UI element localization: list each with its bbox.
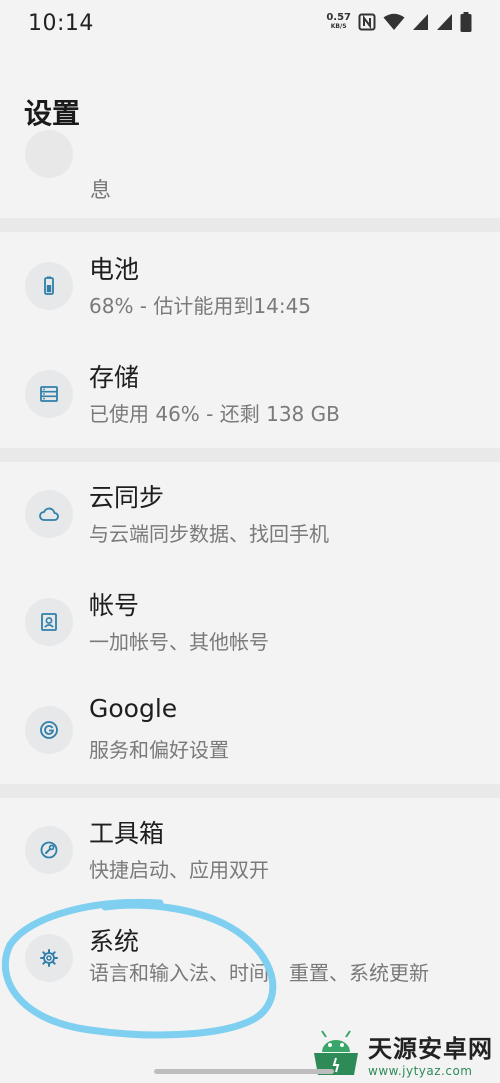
settings-item-account[interactable]: 帐号 一加帐号、其他帐号 (0, 568, 500, 676)
item-subtitle: 服务和偏好设置 (89, 738, 229, 762)
net-speed-value: 0.57 (326, 12, 351, 23)
status-bar: 10:14 0.57 KB/S (0, 0, 500, 50)
wifi-icon (383, 13, 405, 30)
watermark-title: 天源安卓网 (368, 1034, 493, 1063)
settings-item-toolbox[interactable]: 工具箱 快捷启动、应用双开 (0, 796, 500, 904)
item-title: 帐号 (89, 591, 140, 620)
page-title: 设置 (24, 97, 81, 130)
partial-list-item[interactable]: 息 (0, 130, 500, 218)
gear-icon (25, 934, 73, 982)
settings-item-system[interactable]: 系统 语言和输入法、时间、重置、系统更新 (0, 904, 500, 1034)
signal-icon (437, 14, 452, 30)
item-subtitle: 已使用 46% - 还剩 138 GB (89, 402, 340, 426)
settings-item-storage[interactable]: 存储 已使用 46% - 还剩 138 GB (0, 340, 500, 448)
item-subtitle: 与云端同步数据、找回手机 (89, 522, 329, 546)
net-speed-unit: KB/S (330, 23, 347, 30)
battery-icon (460, 12, 472, 32)
partial-item-text: 息 (90, 178, 111, 202)
cloud-icon (25, 490, 73, 538)
net-speed: 0.57 KB/S (326, 13, 351, 31)
item-subtitle: 语言和输入法、时间、重置、系统更新 (89, 961, 429, 985)
google-icon (25, 706, 73, 754)
section-divider (0, 218, 500, 232)
home-indicator[interactable] (154, 1069, 334, 1074)
status-time: 10:14 (28, 11, 94, 36)
item-title: 电池 (89, 255, 140, 284)
account-icon (25, 598, 73, 646)
nfc-icon (358, 13, 376, 31)
watermark-url: www.jytyaz.com (368, 1063, 473, 1078)
partial-item-icon (25, 130, 73, 178)
item-title: Google (89, 694, 178, 723)
status-icons: 0.57 KB/S (326, 12, 472, 32)
item-subtitle: 快捷启动、应用双开 (89, 858, 269, 882)
storage-icon (25, 370, 73, 418)
watermark: 天源安卓网 www.jytyaz.com (308, 1025, 498, 1081)
settings-item-google[interactable]: Google 服务和偏好设置 (0, 676, 500, 784)
item-subtitle: 68% - 估计能用到14:45 (89, 294, 312, 318)
item-title: 工具箱 (89, 819, 165, 848)
signal-icon (413, 14, 428, 30)
item-title: 云同步 (89, 483, 165, 512)
settings-item-cloud-sync[interactable]: 云同步 与云端同步数据、找回手机 (0, 460, 500, 568)
toolbox-icon (25, 826, 73, 874)
item-title: 系统 (89, 927, 140, 956)
settings-item-battery[interactable]: 电池 68% - 估计能用到14:45 (0, 232, 500, 340)
item-title: 存储 (89, 363, 140, 392)
battery-icon (25, 262, 73, 310)
item-subtitle: 一加帐号、其他帐号 (89, 630, 269, 654)
